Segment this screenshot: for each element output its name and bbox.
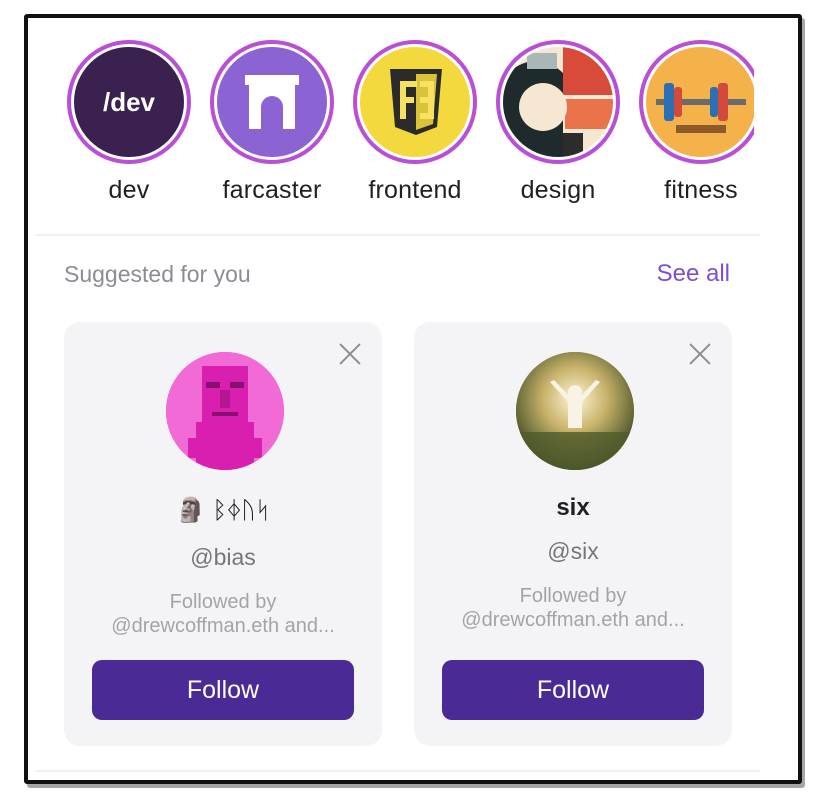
suggested-header: Suggested for you See all [64, 260, 730, 291]
display-name: six [556, 494, 590, 521]
followed-by-text: Followed by @drewcoffman.eth and... [440, 584, 706, 632]
divider [36, 770, 760, 772]
follow-button[interactable]: Follow [92, 660, 354, 720]
channel-ring [496, 40, 620, 164]
channel-strip[interactable]: /dev dev farcaster frontend design fitne… [64, 40, 764, 230]
channel-fitness[interactable]: fitness [636, 40, 754, 205]
farcaster-arch-icon [217, 47, 327, 157]
design-art-icon [503, 47, 613, 157]
followed-by-users: @drewcoffman.eth and... [461, 609, 685, 631]
followed-by-line: Followed by [169, 591, 277, 613]
dev-avatar: /dev [74, 47, 184, 157]
avatar[interactable] [166, 352, 284, 470]
channel-ring: /dev [67, 40, 191, 164]
channel-dev[interactable]: /dev dev [64, 40, 194, 205]
channel-design[interactable]: design [493, 40, 623, 205]
dismiss-icon[interactable] [686, 340, 714, 368]
divider [36, 234, 760, 236]
channel-farcaster[interactable]: farcaster [207, 40, 337, 205]
followed-by-line: Followed by [519, 585, 627, 607]
suggestions-panel: /dev dev farcaster frontend design fitne… [24, 14, 802, 784]
channel-label: farcaster [222, 176, 322, 204]
channel-ring [639, 40, 754, 164]
fitness-barbell-icon [646, 47, 754, 157]
channel-ring [210, 40, 334, 164]
avatar[interactable] [516, 352, 634, 470]
display-name: 🗿 ᛒᛄᚢᛋ [175, 497, 271, 524]
suggestion-card-six[interactable]: six @six Followed by @drewcoffman.eth an… [414, 322, 732, 746]
channel-label: fitness [664, 176, 738, 204]
dismiss-icon[interactable] [336, 340, 364, 368]
channel-frontend[interactable]: frontend [350, 40, 480, 205]
channel-label: design [520, 176, 596, 204]
see-all-link[interactable]: See all [657, 260, 730, 288]
channel-ring [353, 40, 477, 164]
section-title: Suggested for you [64, 261, 251, 287]
followed-by-users: @drewcoffman.eth and... [111, 615, 335, 637]
dev-avatar-text: /dev [102, 86, 156, 117]
username: @six [547, 538, 599, 564]
channel-label: frontend [368, 176, 462, 204]
frontend-shield-icon [360, 47, 470, 157]
username: @bias [190, 544, 256, 570]
channel-label: dev [108, 176, 150, 204]
followed-by-text: Followed by @drewcoffman.eth and... [90, 590, 356, 638]
suggestion-card-bias[interactable]: 🗿 ᛒᛄᚢᛋ @bias Followed by @drewcoffman.et… [64, 322, 382, 746]
follow-button[interactable]: Follow [442, 660, 704, 720]
